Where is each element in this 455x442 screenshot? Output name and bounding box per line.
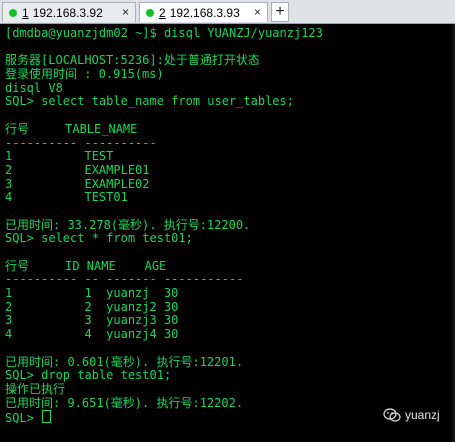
close-icon[interactable]: ×	[122, 5, 129, 19]
terminal-line: 登录使用时间 : 0.915(ms)	[5, 67, 164, 82]
terminal-line: 行号 TABLE_NAME	[5, 121, 138, 136]
terminal-line: ---------- -- ------- -----------	[5, 272, 244, 287]
prompt-text: SQL>	[5, 411, 42, 426]
terminal-output[interactable]: [dmdba@yuanzjdm02 ~]$ disql YUANZJ/yuanz…	[5, 26, 451, 442]
terminal-line: 2 2 yuanzj2 30	[5, 299, 179, 314]
terminal-line: 已用时间: 0.601(毫秒). 执行号:12201.	[5, 354, 244, 369]
terminal-line: 行号 ID NAME AGE	[5, 258, 167, 273]
terminal-line: SQL> select table_name from user_tables;	[5, 94, 294, 109]
terminal-line: 3 3 yuanzj3 30	[5, 313, 179, 328]
watermark: yuanzj	[383, 408, 440, 422]
terminal-line: SQL> select * from test01;	[5, 231, 193, 246]
tab-label: 192.168.3.93	[169, 5, 240, 20]
terminal-line: ---------- ----------	[5, 135, 157, 150]
connected-status-icon	[9, 8, 17, 17]
terminal-line: 服务器[LOCALHOST:5236]:处于普通打开状态	[5, 53, 260, 68]
close-icon[interactable]: ×	[254, 5, 261, 19]
wechat-icon	[383, 408, 401, 422]
watermark-label: yuanzj	[405, 408, 440, 422]
terminal-line: 1 1 yuanzj 30	[5, 286, 179, 301]
terminal-line: 4 4 yuanzj4 30	[5, 327, 179, 342]
connected-status-icon	[146, 8, 154, 17]
terminal-line: 2 EXAMPLE01	[5, 162, 150, 177]
terminal-line: [dmdba@yuanzjdm02 ~]$ disql YUANZJ/yuanz…	[5, 26, 323, 40]
tab-number: 1	[22, 5, 29, 20]
tab-label: 192.168.3.92	[32, 5, 103, 20]
terminal-line: 3 EXAMPLE02	[5, 176, 150, 191]
terminal-line: 操作已执行	[5, 381, 66, 396]
text-cursor	[42, 410, 52, 424]
tab-bar: 1 192.168.3.92 × 2 192.168.3.93 × +	[0, 0, 455, 24]
terminal-line: disql V8	[5, 80, 63, 95]
new-tab-button[interactable]: +	[271, 2, 289, 22]
terminal-line: SQL> drop table test01;	[5, 368, 172, 383]
terminal-line: 1 TEST	[5, 149, 114, 164]
terminal-line: 4 TEST01	[5, 190, 128, 205]
terminal-line: 已用时间: 33.278(毫秒). 执行号:12200.	[5, 217, 251, 232]
tab-number: 2	[159, 5, 166, 20]
tab-session-1[interactable]: 1 192.168.3.92 ×	[2, 2, 136, 22]
tab-session-2[interactable]: 2 192.168.3.93 ×	[139, 2, 268, 22]
